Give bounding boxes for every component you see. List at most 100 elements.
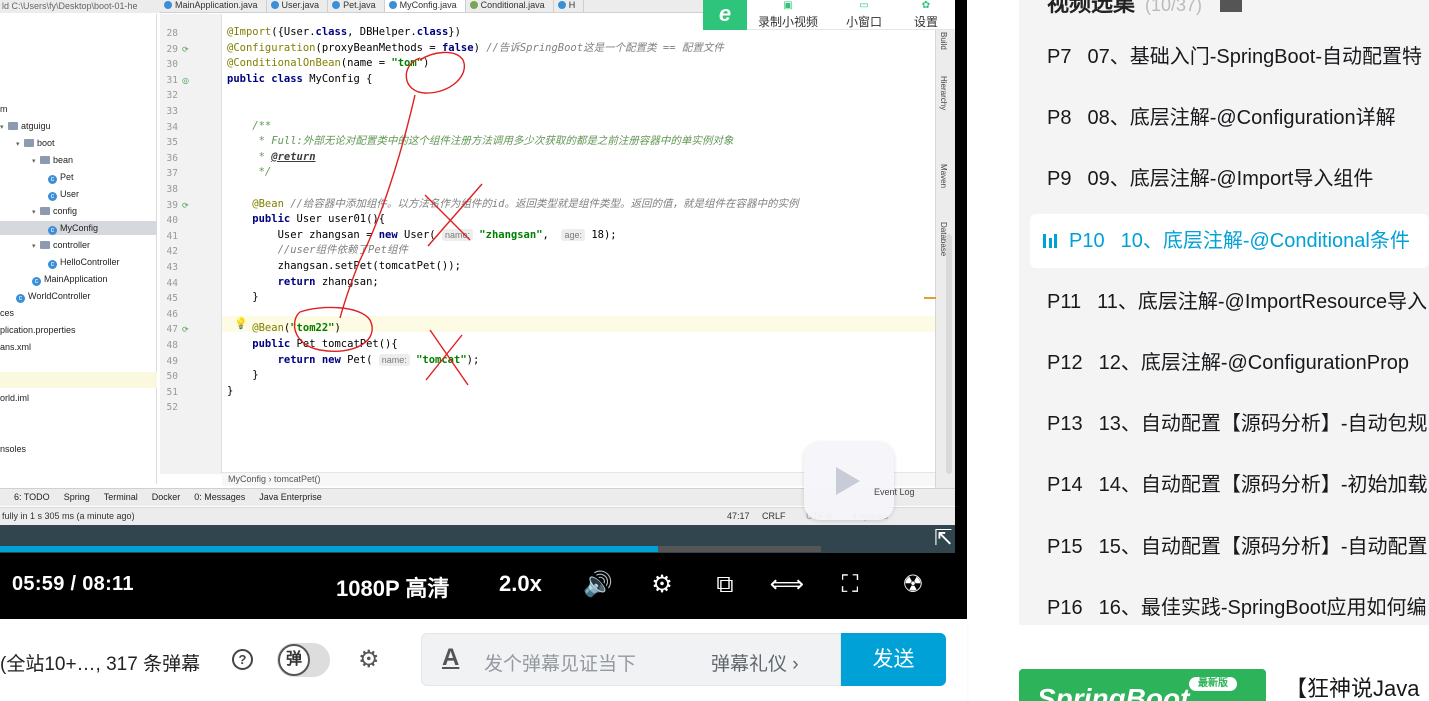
tool-window-button[interactable]: 0: Messages [194,492,245,502]
tree-node[interactable]: plication.properties [0,323,76,337]
class-icon: c [32,277,41,286]
editor-tab-label: MainApplication.java [175,0,258,10]
tree-node[interactable]: c MainApplication [32,272,108,286]
overlay-settings-button[interactable]: ✿ 设置 [907,0,945,30]
editor-tab[interactable]: Conditional.java [466,0,554,12]
tree-node[interactable]: c Pet [48,170,74,184]
line-number: 51 [166,386,178,398]
code-editor: 💡 @Import({User.class, DBHelper.class}) @C… [222,14,935,474]
list-view-icon[interactable] [1220,0,1243,12]
class-icon: c [48,260,57,269]
settings-gear-icon[interactable]: ⚙ [644,567,680,603]
folder-icon [8,122,18,130]
progress-bar[interactable] [0,546,658,552]
speed-button[interactable]: 2.0x [499,571,542,597]
volume-icon[interactable]: 🔊 [580,567,616,603]
video-player[interactable]: ld C:\Users\fy\Desktop\boot-01-he MainAp… [0,0,967,619]
widescreen-icon[interactable]: ⟺ [769,567,805,603]
bean-gutter-icon[interactable]: ⟳ [182,325,192,335]
record-clip-button[interactable]: ▣ 录制小视频 [755,0,821,30]
playlist-item[interactable]: P16 16、最佳实践-SpringBoot应用如何编 [1047,578,1426,625]
tree-node[interactable]: m [0,102,8,116]
editor-tab[interactable]: User.java [267,0,329,12]
folder-icon [40,207,50,215]
help-icon[interactable]: ? [232,649,253,670]
tree-node[interactable]: ▾ controller [32,238,90,252]
expand-arrow-icon[interactable]: ▾ [16,138,24,152]
playlist-item[interactable]: P9 09、底层注解-@Import导入组件 [1047,149,1373,209]
code-token: public class [227,72,310,85]
floating-tv-widget[interactable]: Event Log [804,430,951,522]
episode-title: 11、底层注解-@ImportResource导入 [1097,290,1428,313]
tree-node[interactable]: ▾ atguigu [0,119,51,133]
tree-node[interactable]: ans.xml [0,340,31,354]
danmaku-etiquette-link[interactable]: 弹幕礼仪 › [711,649,799,676]
danmaku-input[interactable]: A 发个弹幕见证当下 弹幕礼仪 › [421,633,841,686]
playlist-item[interactable]: P13 13、自动配置【源码分析】-自动包规 [1047,394,1428,454]
recommend-title[interactable]: 【狂神说Java [1285,671,1419,701]
tool-window-button[interactable]: Java Enterprise [259,492,322,502]
tree-node-label: WorldController [28,291,91,301]
bean-gutter-icon[interactable]: ⟳ [182,45,192,55]
tree-node[interactable]: ▾ bean [32,153,73,167]
ide-right-tool-strip: Build Hierarchy Maven Database [924,14,955,489]
line-number: 42 [166,246,178,258]
gear-icon: ✿ [921,0,931,11]
playlist-item[interactable]: P11 11、底层注解-@ImportResource导入 [1047,272,1427,332]
editor-tab[interactable]: MainApplication.java [160,0,267,12]
playlist-item[interactable]: P10 10、底层注解-@Conditional条件 [1043,211,1410,271]
tree-hover-row [0,372,157,388]
editor-tab[interactable]: Pet.java [328,0,385,12]
code-line: } [227,368,258,383]
playlist-title: 视频选集 (10/37) [1047,0,1243,18]
expand-arrow-icon[interactable]: ▾ [32,240,40,254]
playlist-item[interactable]: P12 12、底层注解-@ConfigurationProp [1047,333,1409,393]
send-button[interactable]: 发送 [841,633,946,686]
editor-tab[interactable]: MyConfig.java [384,0,466,12]
tree-node[interactable]: nsoles [0,442,26,456]
playlist-item[interactable]: P14 14、自动配置【源码分析】-初始加载 [1047,455,1428,515]
progress-handle-icon[interactable]: ⇱ [934,525,952,551]
tree-node[interactable]: c HelloController [48,255,120,269]
tree-node[interactable]: ces [0,306,14,320]
editor-tab[interactable]: H [554,0,585,12]
tree-node[interactable]: c User [48,187,79,201]
recommend-thumbnail[interactable]: SpringBoot 最新版 [1019,669,1266,701]
tool-window-button[interactable]: Terminal [104,492,138,502]
pip-icon[interactable]: ⧉ [707,567,743,603]
tool-window-button[interactable]: 6: TODO [14,492,50,502]
tool-window-button[interactable]: Docker [152,492,181,502]
progress-area[interactable]: ⇱ [0,525,955,553]
expand-arrow-icon[interactable]: ▾ [32,206,40,220]
playlist-item[interactable]: P8 08、底层注解-@Configuration详解 [1047,88,1396,148]
playlist-item[interactable]: P15 15、自动配置【源码分析】-自动配置 [1047,517,1428,577]
danmaku-toggle[interactable]: 弹 [277,643,330,677]
expand-arrow-icon[interactable]: ▾ [0,121,8,135]
code-token: /** [227,119,272,132]
mini-window-button[interactable]: ▭ 小窗口 [841,0,887,30]
tree-node[interactable]: c MyConfig [0,221,157,235]
recommend-card[interactable]: SpringBoot 最新版 【狂神说Java [1019,669,1429,701]
web-fullscreen-icon[interactable]: ⛶ [832,567,868,603]
tool-window-button[interactable]: Spring [64,492,90,502]
fullscreen-icon[interactable]: ☢ [895,567,931,603]
danmaku-bar: (全站10+…, 317 条弹幕 ? 弹 ⚙ A 发个弹幕见证当下 弹幕礼仪 ›… [0,619,967,701]
danmaku-toggle-knob: 弹 [278,644,310,676]
text-style-icon[interactable]: A [442,644,459,672]
quality-button[interactable]: 1080P 高清 [336,571,449,603]
code-token: @Import [227,26,272,38]
tree-node[interactable]: ▾ boot [16,136,55,150]
line-number: 38 [166,184,178,195]
tree-node[interactable]: c WorldController [16,289,90,303]
code-line: public Pet tomcatPet(){ [227,337,397,352]
tree-node[interactable]: ▾ config [32,204,77,218]
code-token: "zhangsan" [479,228,543,241]
code-line: */ [227,165,272,180]
danmaku-settings-icon[interactable]: ⚙ [358,645,394,675]
bean-gutter-icon[interactable]: ◎ [182,76,192,86]
expand-arrow-icon[interactable]: ▾ [32,155,40,169]
playlist-item[interactable]: P7 07、基础入门-SpringBoot-自动配置特 [1047,27,1422,87]
bean-gutter-icon[interactable]: ⟳ [182,201,192,211]
tree-node[interactable]: orld.iml [0,391,29,405]
code-line: @Bean("tom22") [227,321,341,336]
